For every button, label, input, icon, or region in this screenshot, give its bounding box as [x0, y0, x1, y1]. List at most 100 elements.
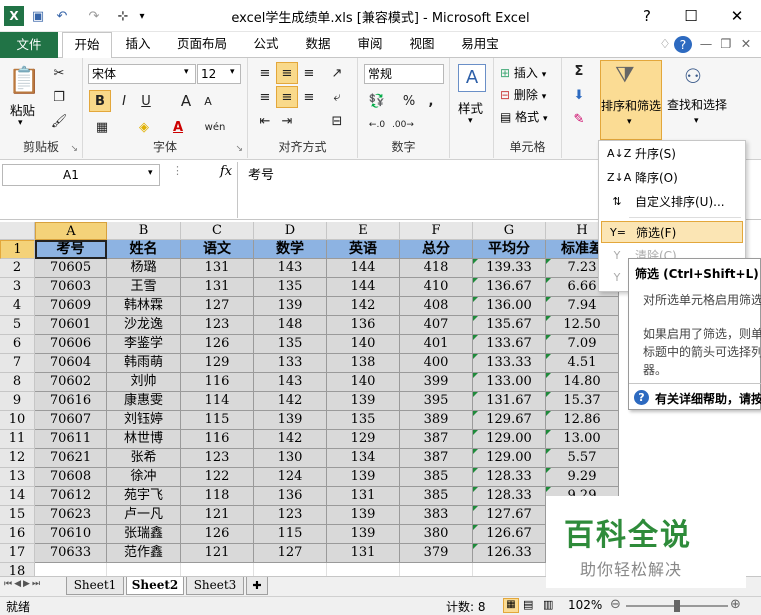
table-cell[interactable]: 韩林霖	[107, 297, 181, 316]
delete-cells-button[interactable]: ⊟ 删除 ▾	[500, 86, 546, 103]
sheet-nav-icon[interactable]: ⏮◀▶⏭	[4, 579, 42, 589]
bold-button[interactable]: B	[89, 90, 111, 112]
table-cell[interactable]: 苑宇飞	[107, 487, 181, 506]
ribbon-minimize-icon[interactable]: —	[698, 32, 714, 58]
row-header-2[interactable]: 2	[0, 259, 35, 278]
autosum-button[interactable]: Σ	[568, 60, 590, 82]
table-cell[interactable]: 142	[254, 392, 327, 411]
currency-icon[interactable]: 💱	[366, 90, 388, 112]
table-cell[interactable]: 康惠雯	[107, 392, 181, 411]
table-cell[interactable]: 144	[327, 259, 400, 278]
table-cell[interactable]: 385	[400, 468, 473, 487]
table-cell[interactable]: 148	[254, 316, 327, 335]
table-cell[interactable]: 129	[181, 354, 254, 373]
find-select-button[interactable]: ⚇ 查找和选择 ▾	[666, 60, 728, 140]
table-cell[interactable]: 131	[327, 544, 400, 563]
table-cell[interactable]: 卢一凡	[107, 506, 181, 525]
table-cell[interactable]: 70621	[35, 449, 107, 468]
table-cell[interactable]: 139	[327, 525, 400, 544]
paste-button[interactable]: 粘贴	[10, 100, 35, 119]
row-header-9[interactable]: 9	[0, 392, 35, 411]
table-cell[interactable]: 131	[181, 278, 254, 297]
table-cell[interactable]: 126.33	[473, 544, 546, 563]
align-top-icon[interactable]: ≡	[254, 62, 276, 84]
table-cell[interactable]: 沙龙逸	[107, 316, 181, 335]
ribbon-restore-icon[interactable]: ❐	[718, 32, 734, 58]
table-cell[interactable]: 15.37	[546, 392, 619, 411]
column-header-c[interactable]: C	[181, 222, 254, 240]
styles-dropdown-icon[interactable]: ▾	[468, 116, 473, 126]
decrease-decimal-icon[interactable]: .00→	[392, 114, 414, 136]
row-header-14[interactable]: 14	[0, 487, 35, 506]
table-cell[interactable]: 134	[327, 449, 400, 468]
table-cell[interactable]: 70610	[35, 525, 107, 544]
tab-page-layout[interactable]: 页面布局	[170, 32, 234, 58]
table-cell[interactable]: 144	[327, 278, 400, 297]
table-cell[interactable]: 140	[327, 373, 400, 392]
help-button[interactable]: ?	[632, 4, 662, 28]
table-cell[interactable]: 139.33	[473, 259, 546, 278]
header-cell[interactable]: 英语	[327, 240, 400, 259]
paste-dropdown-icon[interactable]: ▾	[18, 118, 23, 128]
fill-icon[interactable]: ⬇	[568, 84, 590, 106]
decrease-indent-icon[interactable]: ⇤	[254, 110, 276, 132]
row-header-7[interactable]: 7	[0, 354, 35, 373]
table-cell[interactable]: 129.00	[473, 449, 546, 468]
table-cell[interactable]: 387	[400, 449, 473, 468]
table-cell[interactable]: 136	[327, 316, 400, 335]
table-cell[interactable]: 70611	[35, 430, 107, 449]
table-cell[interactable]: 138	[327, 354, 400, 373]
zoom-level[interactable]: 102%	[568, 598, 602, 612]
border-icon[interactable]: ▦	[91, 116, 113, 138]
table-cell[interactable]: 133.33	[473, 354, 546, 373]
table-cell[interactable]: 李鉴学	[107, 335, 181, 354]
row-header-8[interactable]: 8	[0, 373, 35, 392]
table-cell[interactable]: 115	[254, 525, 327, 544]
table-cell[interactable]: 139	[327, 506, 400, 525]
table-cell[interactable]: 400	[400, 354, 473, 373]
table-cell[interactable]: 118	[181, 487, 254, 506]
increase-indent-icon[interactable]: ⇥	[276, 110, 298, 132]
table-cell[interactable]: 135	[254, 335, 327, 354]
merge-center-icon[interactable]: ⊟	[326, 110, 348, 132]
ribbon-collapse-icon[interactable]: ♢	[658, 32, 672, 58]
tab-view[interactable]: 视图	[402, 32, 442, 58]
grow-font-button[interactable]: A	[175, 90, 197, 112]
column-header-b[interactable]: B	[107, 222, 181, 240]
header-cell[interactable]: 考号	[35, 240, 107, 259]
tab-insert[interactable]: 插入	[118, 32, 158, 58]
ribbon-close-icon[interactable]: ✕	[738, 32, 754, 58]
table-cell[interactable]: 127.67	[473, 506, 546, 525]
table-cell[interactable]: 13.00	[546, 430, 619, 449]
table-cell[interactable]: 410	[400, 278, 473, 297]
table-cell[interactable]: 杨璐	[107, 259, 181, 278]
table-cell[interactable]: 385	[400, 487, 473, 506]
table-cell[interactable]: 70623	[35, 506, 107, 525]
table-cell[interactable]: 126	[181, 525, 254, 544]
column-header-d[interactable]: D	[254, 222, 327, 240]
table-cell[interactable]: 133.00	[473, 373, 546, 392]
table-cell[interactable]: 114	[181, 392, 254, 411]
table-cell[interactable]: 127	[181, 297, 254, 316]
tab-review[interactable]: 审阅	[350, 32, 390, 58]
table-cell[interactable]: 刘钰婷	[107, 411, 181, 430]
table-cell[interactable]: 139	[254, 411, 327, 430]
tab-file[interactable]: 文件	[0, 32, 58, 58]
table-cell[interactable]: 116	[181, 430, 254, 449]
table-cell[interactable]: 136.00	[473, 297, 546, 316]
clipboard-launcher-icon[interactable]: ↘	[70, 144, 78, 154]
row-header-4[interactable]: 4	[0, 297, 35, 316]
underline-button[interactable]: U	[135, 90, 157, 112]
header-cell[interactable]: 平均分	[473, 240, 546, 259]
paste-icon[interactable]: 📋	[8, 64, 40, 98]
table-cell[interactable]: 115	[181, 411, 254, 430]
column-header-f[interactable]: F	[400, 222, 473, 240]
normal-view-icon[interactable]: ▦	[503, 598, 519, 613]
table-cell[interactable]: 70605	[35, 259, 107, 278]
menu-item-2[interactable]: ⇅ 自定义排序(U)...	[601, 191, 743, 213]
table-cell[interactable]: 399	[400, 373, 473, 392]
table-cell[interactable]: 5.57	[546, 449, 619, 468]
sheet-tab-2[interactable]: Sheet2	[126, 577, 184, 595]
table-cell[interactable]: 70604	[35, 354, 107, 373]
header-cell[interactable]: 姓名	[107, 240, 181, 259]
